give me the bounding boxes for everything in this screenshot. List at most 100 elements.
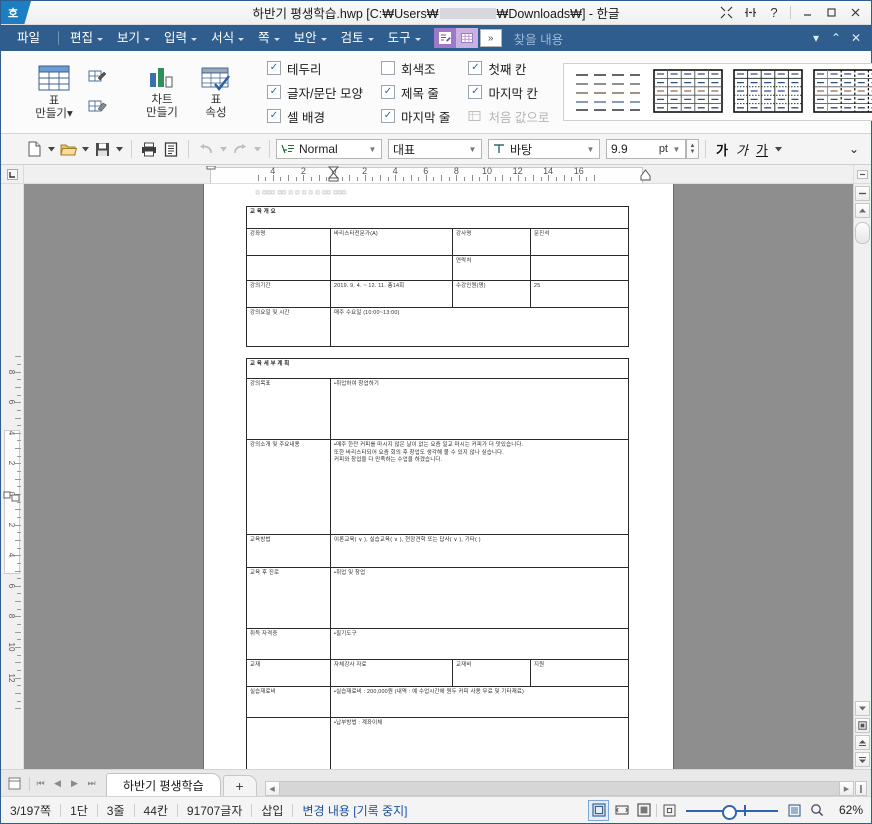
redo-caret-icon[interactable] — [251, 138, 263, 160]
status-insert-mode[interactable]: 삽입 — [252, 802, 292, 819]
style-name-select[interactable]: 대표 ▼ — [388, 139, 482, 159]
ribbon-tab-table-icon[interactable] — [455, 28, 478, 48]
font-size-select[interactable]: 9.9 pt ▼ — [606, 139, 686, 159]
ribbon-tab-edit-icon[interactable] — [433, 28, 456, 48]
checkbox-header-row[interactable]: ✓ 제목 줄 — [380, 80, 450, 104]
close-button[interactable] — [843, 2, 867, 23]
menu-item-security[interactable]: 보안 — [287, 25, 334, 51]
chevron-down-icon[interactable]: ▼ — [670, 145, 683, 154]
menu-item-review[interactable]: 검토 — [334, 25, 381, 51]
last-page-button[interactable]: ⏭ — [83, 770, 100, 796]
previous-page-button[interactable] — [855, 735, 870, 750]
table-row-section-title-2[interactable]: 교 육 세 부 계 획 — [245, 358, 630, 379]
checkbox-first-column[interactable]: ✓ 첫째 칸 — [468, 56, 549, 80]
save-document-icon[interactable] — [91, 138, 113, 160]
table-row[interactable]: 강좌명 바리스타전문가(A) 강사명 문진석 — [246, 228, 630, 256]
table-row-spacer[interactable] — [247, 347, 629, 359]
ribbon-close-icon[interactable]: ✕ — [847, 27, 865, 49]
first-page-button[interactable]: ⏮ — [32, 770, 49, 796]
page-view-button[interactable] — [855, 718, 870, 733]
table-row[interactable]: 교재 자체강사 자료 교재비 지원 — [246, 659, 630, 687]
new-document-icon[interactable] — [23, 138, 45, 160]
ruler-tab-selector[interactable] — [1, 165, 24, 183]
zoom-slider[interactable] — [686, 802, 778, 820]
font-family-select[interactable]: 바탕 ▼ — [488, 139, 600, 159]
gallery-item-table-style-dashed-vertical[interactable] — [812, 68, 872, 116]
scroll-down-button[interactable] — [855, 701, 870, 716]
ribbon-toggle-icon[interactable] — [738, 2, 762, 23]
table-row[interactable]: 취득 자격증 •필기도구 — [246, 628, 630, 660]
gallery-item-table-style-dotted[interactable] — [732, 68, 804, 116]
checkbox-border[interactable]: ✓ 테두리 — [267, 56, 363, 80]
undo-caret-icon[interactable] — [217, 138, 229, 160]
scroll-up-button[interactable] — [855, 203, 870, 218]
redo-icon[interactable] — [229, 138, 251, 160]
split-view-handle[interactable]: ❙ — [855, 781, 867, 796]
checkbox-last-column[interactable]: ✓ 마지막 칸 — [468, 80, 549, 104]
hscroll-track[interactable] — [279, 781, 839, 796]
undo-icon[interactable] — [195, 138, 217, 160]
menu-item-tools[interactable]: 도구 — [381, 25, 428, 51]
prev-page-button[interactable]: ◀ — [49, 770, 66, 796]
hscroll-right-button[interactable]: ▶ — [839, 781, 854, 796]
zoom-slider-handle[interactable] — [722, 805, 737, 820]
table-draw-pen-icon[interactable] — [85, 65, 111, 89]
menu-item-file[interactable]: 파일 — [1, 25, 54, 51]
open-document-icon[interactable] — [57, 138, 79, 160]
reset-to-default-button[interactable]: 처음 값으로 — [468, 104, 549, 128]
maximize-button[interactable] — [819, 2, 843, 23]
menu-item-format[interactable]: 서식 — [204, 25, 251, 51]
gallery-item-table-style-plain[interactable] — [572, 68, 644, 116]
document-table[interactable]: 교 육 개 요 강좌명 바리스타전문가(A) 강사명 문진석 연락처 강의기간 … — [245, 206, 630, 769]
zoom-out-button[interactable] — [660, 801, 679, 820]
left-indent-marker[interactable] — [328, 166, 339, 182]
checkbox-char-paragraph-shape[interactable]: ✓ 글자/문단 모양 — [267, 80, 363, 104]
first-line-indent-marker[interactable] — [206, 166, 216, 180]
table-row[interactable]: 강의기간 2019. 9. 4. ~ 12. 11. 총14회 수강인원(명) … — [246, 280, 630, 308]
print-icon[interactable] — [138, 138, 160, 160]
checkbox-last-row[interactable]: ✓ 마지막 줄 — [380, 104, 450, 128]
table-row[interactable]: 교육 후 진로 •취업 및 창업 — [246, 567, 630, 629]
hscroll-left-button[interactable]: ◀ — [264, 781, 280, 796]
font-size-stepper[interactable]: ▲ ▼ — [686, 139, 699, 159]
minimize-button[interactable] — [795, 2, 819, 23]
tab-list-icon[interactable] — [1, 770, 27, 796]
chevron-down-icon[interactable]: ▼ — [366, 145, 379, 154]
table-row[interactable]: 강의소개 및 주요내용 •매주 한잔 커피를 마시지 않은 날이 없는 요즘 일… — [246, 439, 630, 535]
menu-item-edit[interactable]: 편집 — [63, 25, 110, 51]
checkbox-cell-background[interactable]: ✓ 셀 배경 — [267, 104, 363, 128]
scroll-split-handle[interactable] — [855, 186, 870, 201]
toolbar-expand-button[interactable]: ⌄ — [843, 138, 871, 160]
underline-caret-icon[interactable] — [772, 138, 784, 160]
vertical-scrollbar[interactable] — [853, 184, 871, 769]
document-tab-active[interactable]: 하반기 평생학습 — [106, 773, 221, 796]
italic-button[interactable]: 가 — [732, 138, 752, 160]
create-table-button[interactable]: 표 만들기▾ — [27, 53, 81, 131]
right-indent-marker[interactable] — [640, 169, 651, 183]
table-eraser-icon[interactable] — [85, 95, 111, 119]
table-row[interactable]: 강의요일 및 시간 매주 수요일 (10:00~13:00) — [246, 307, 630, 347]
open-document-caret-icon[interactable] — [79, 138, 91, 160]
ribbon-more-tabs-button[interactable]: » — [479, 29, 502, 47]
zoom-magnifier-icon[interactable] — [807, 801, 826, 820]
chevron-down-icon[interactable]: ▼ — [466, 145, 479, 154]
view-web-button[interactable] — [612, 801, 631, 820]
table-row[interactable]: 교육방법 이론교육( ∨ ), 실습교육( ∨ ), 현장견학 또는 답사( ∨… — [246, 534, 630, 568]
menu-item-input[interactable]: 입력 — [157, 25, 204, 51]
view-edit-button[interactable] — [588, 799, 609, 821]
menu-item-page[interactable]: 쪽 — [251, 25, 287, 51]
print-preview-icon[interactable] — [160, 138, 182, 160]
next-page-button[interactable]: ▶ — [66, 770, 83, 796]
ruler-horizontal-scale[interactable]: 420246810121416 — [24, 165, 853, 183]
bold-button[interactable]: 가 — [712, 138, 732, 160]
vertical-indent-marker[interactable] — [3, 490, 21, 504]
document-canvas[interactable]: □ □□□ □□ □ □ □ □ □ □□ □□□ 교 육 개 요 강좌명 바리… — [24, 184, 853, 769]
underline-button[interactable]: 가 — [752, 138, 772, 160]
menu-item-view[interactable]: 보기 — [110, 25, 157, 51]
horizontal-scrollbar[interactable]: ◀ ▶ — [264, 781, 854, 796]
table-row[interactable]: 연락처 — [246, 255, 630, 281]
table-row[interactable]: •납부방법 : 계좌이체 — [246, 717, 630, 769]
save-document-caret-icon[interactable] — [113, 138, 125, 160]
fullscreen-icon[interactable] — [714, 2, 738, 23]
create-chart-button[interactable]: 차트 만들기 — [135, 53, 189, 131]
